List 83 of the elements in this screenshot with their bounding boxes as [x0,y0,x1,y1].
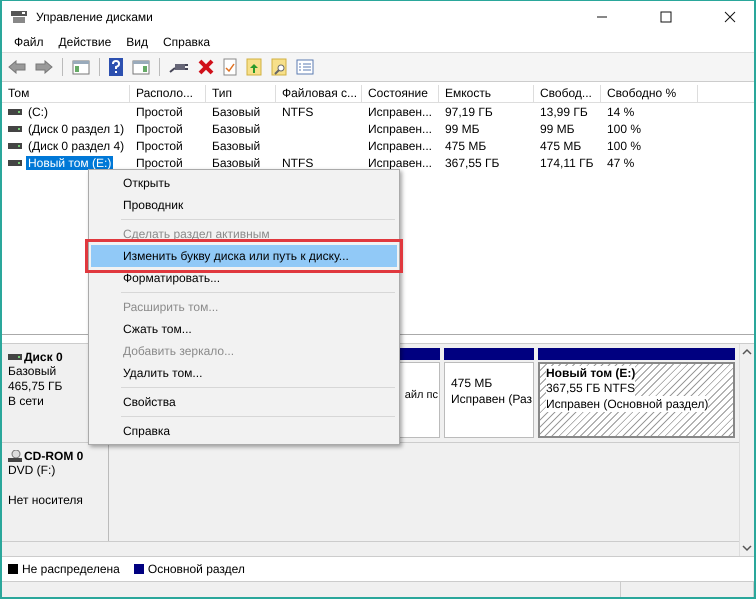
table-cell: 97,19 ГБ [445,104,493,118]
partition-info: Исправен (Основной раздел) [546,396,708,412]
menu-item[interactable]: Вид [126,35,148,49]
partition-block[interactable]: Новый том (E:) 367,55 ГБ NTFS Исправен (Основной раздел) [538,362,735,438]
table-cell: Исправен... [368,138,432,152]
column-header[interactable]: Том [2,85,130,103]
drive-icon [8,158,22,166]
table-cell: 100 % [607,138,642,152]
partition-info: Исправен (Раз [451,391,532,407]
disk-name: Диск 0 [24,350,63,364]
back-arrow-icon[interactable] [8,60,26,74]
partition-name: Новый том (E:) [546,366,636,380]
menu-item[interactable]: Проводник [91,194,397,216]
volume-name[interactable]: (Диск 0 раздел 4) [26,138,126,152]
window-title: Управление дисками [36,10,153,24]
delete-icon[interactable] [198,59,214,75]
column-header[interactable]: Состояние [362,85,439,103]
volume-name[interactable]: Новый том (E:) [26,156,114,170]
table-cell: 367,55 ГБ [445,156,500,170]
column-header[interactable]: Свобод... [534,85,601,103]
volume-name[interactable]: (Диск 0 раздел 1) [26,122,126,136]
disk-info: Базовый [8,364,58,379]
column-header[interactable]: Емкость [439,85,534,103]
table-cell: Базовый [212,104,260,118]
table-cell: Простой [136,122,183,136]
table-cell: Базовый [212,138,260,152]
table-cell: Простой [136,138,183,152]
disk-info: В сети [8,394,45,409]
scroll-up-icon[interactable] [742,348,752,356]
column-header[interactable]: Располо... [130,85,206,103]
help-icon[interactable] [109,58,123,76]
table-cell: Исправен... [368,156,432,170]
column-header[interactable]: Свободно % [601,85,698,103]
menu-item[interactable]: Действие [58,35,112,49]
volume-name[interactable]: (C:) [26,104,50,118]
disk-info: 465,75 ГБ [8,379,64,394]
disk-name: CD-ROM 0 [24,449,84,463]
legend-label: Основной раздел [148,562,245,576]
partition-info: 367,55 ГБ NTFS [546,380,636,396]
menu-item[interactable]: Сжать том... [91,318,397,340]
table-cell: 99 МБ [540,122,575,136]
column-header[interactable]: Тип [206,85,276,103]
disk-management-icon [10,10,28,24]
table-cell: 475 МБ [445,138,486,152]
menu-item[interactable]: Открыть [91,172,397,194]
table-cell: 475 МБ [540,138,582,152]
folder-search-icon[interactable] [271,58,287,76]
table-cell: Исправен... [368,122,432,136]
table-cell: 14 % [607,104,634,118]
drive-icon [8,142,22,150]
drive-icon [8,108,22,116]
menu-item[interactable]: Форматировать... [91,267,397,289]
table-cell: 174,11 ГБ [540,156,594,170]
table-cell: 13,99 ГБ [540,104,588,118]
table-cell: Исправен... [368,104,432,118]
table-cell: Простой [136,104,183,118]
list-icon[interactable] [296,59,314,75]
partition-block[interactable]: 475 МБ Исправен (Раз [444,362,534,438]
cd-drive-icon [8,450,22,462]
menu-item[interactable]: Изменить букву диска или путь к диску... [91,245,397,267]
menu-item[interactable]: Файл [14,35,44,49]
maximize-icon[interactable] [660,10,672,22]
table-cell: 99 МБ [445,122,480,136]
scroll-down-icon[interactable] [742,544,752,552]
table-cell: NTFS [282,156,314,170]
drive-icon [8,124,22,132]
drive-icon [8,353,22,361]
table-cell: Базовый [212,122,260,136]
menu-item[interactable]: Справка [163,35,210,49]
table-cell: Простой [136,156,183,170]
disk-info: DVD (F:) [8,463,56,478]
close-icon[interactable] [724,10,736,22]
table-cell: NTFS [282,104,314,118]
column-header[interactable]: Файловая с... [276,85,362,103]
disk-status: Нет носителя [8,493,84,508]
action-pane-icon[interactable] [132,59,150,75]
table-cell: Базовый [212,156,260,170]
forward-arrow-icon[interactable] [35,60,53,74]
checklist-icon[interactable] [223,58,237,76]
table-cell: 47 % [607,156,634,170]
legend-label: Не распределена [22,562,120,576]
console-tree-icon[interactable] [72,59,90,75]
table-cell: 100 % [607,122,642,136]
